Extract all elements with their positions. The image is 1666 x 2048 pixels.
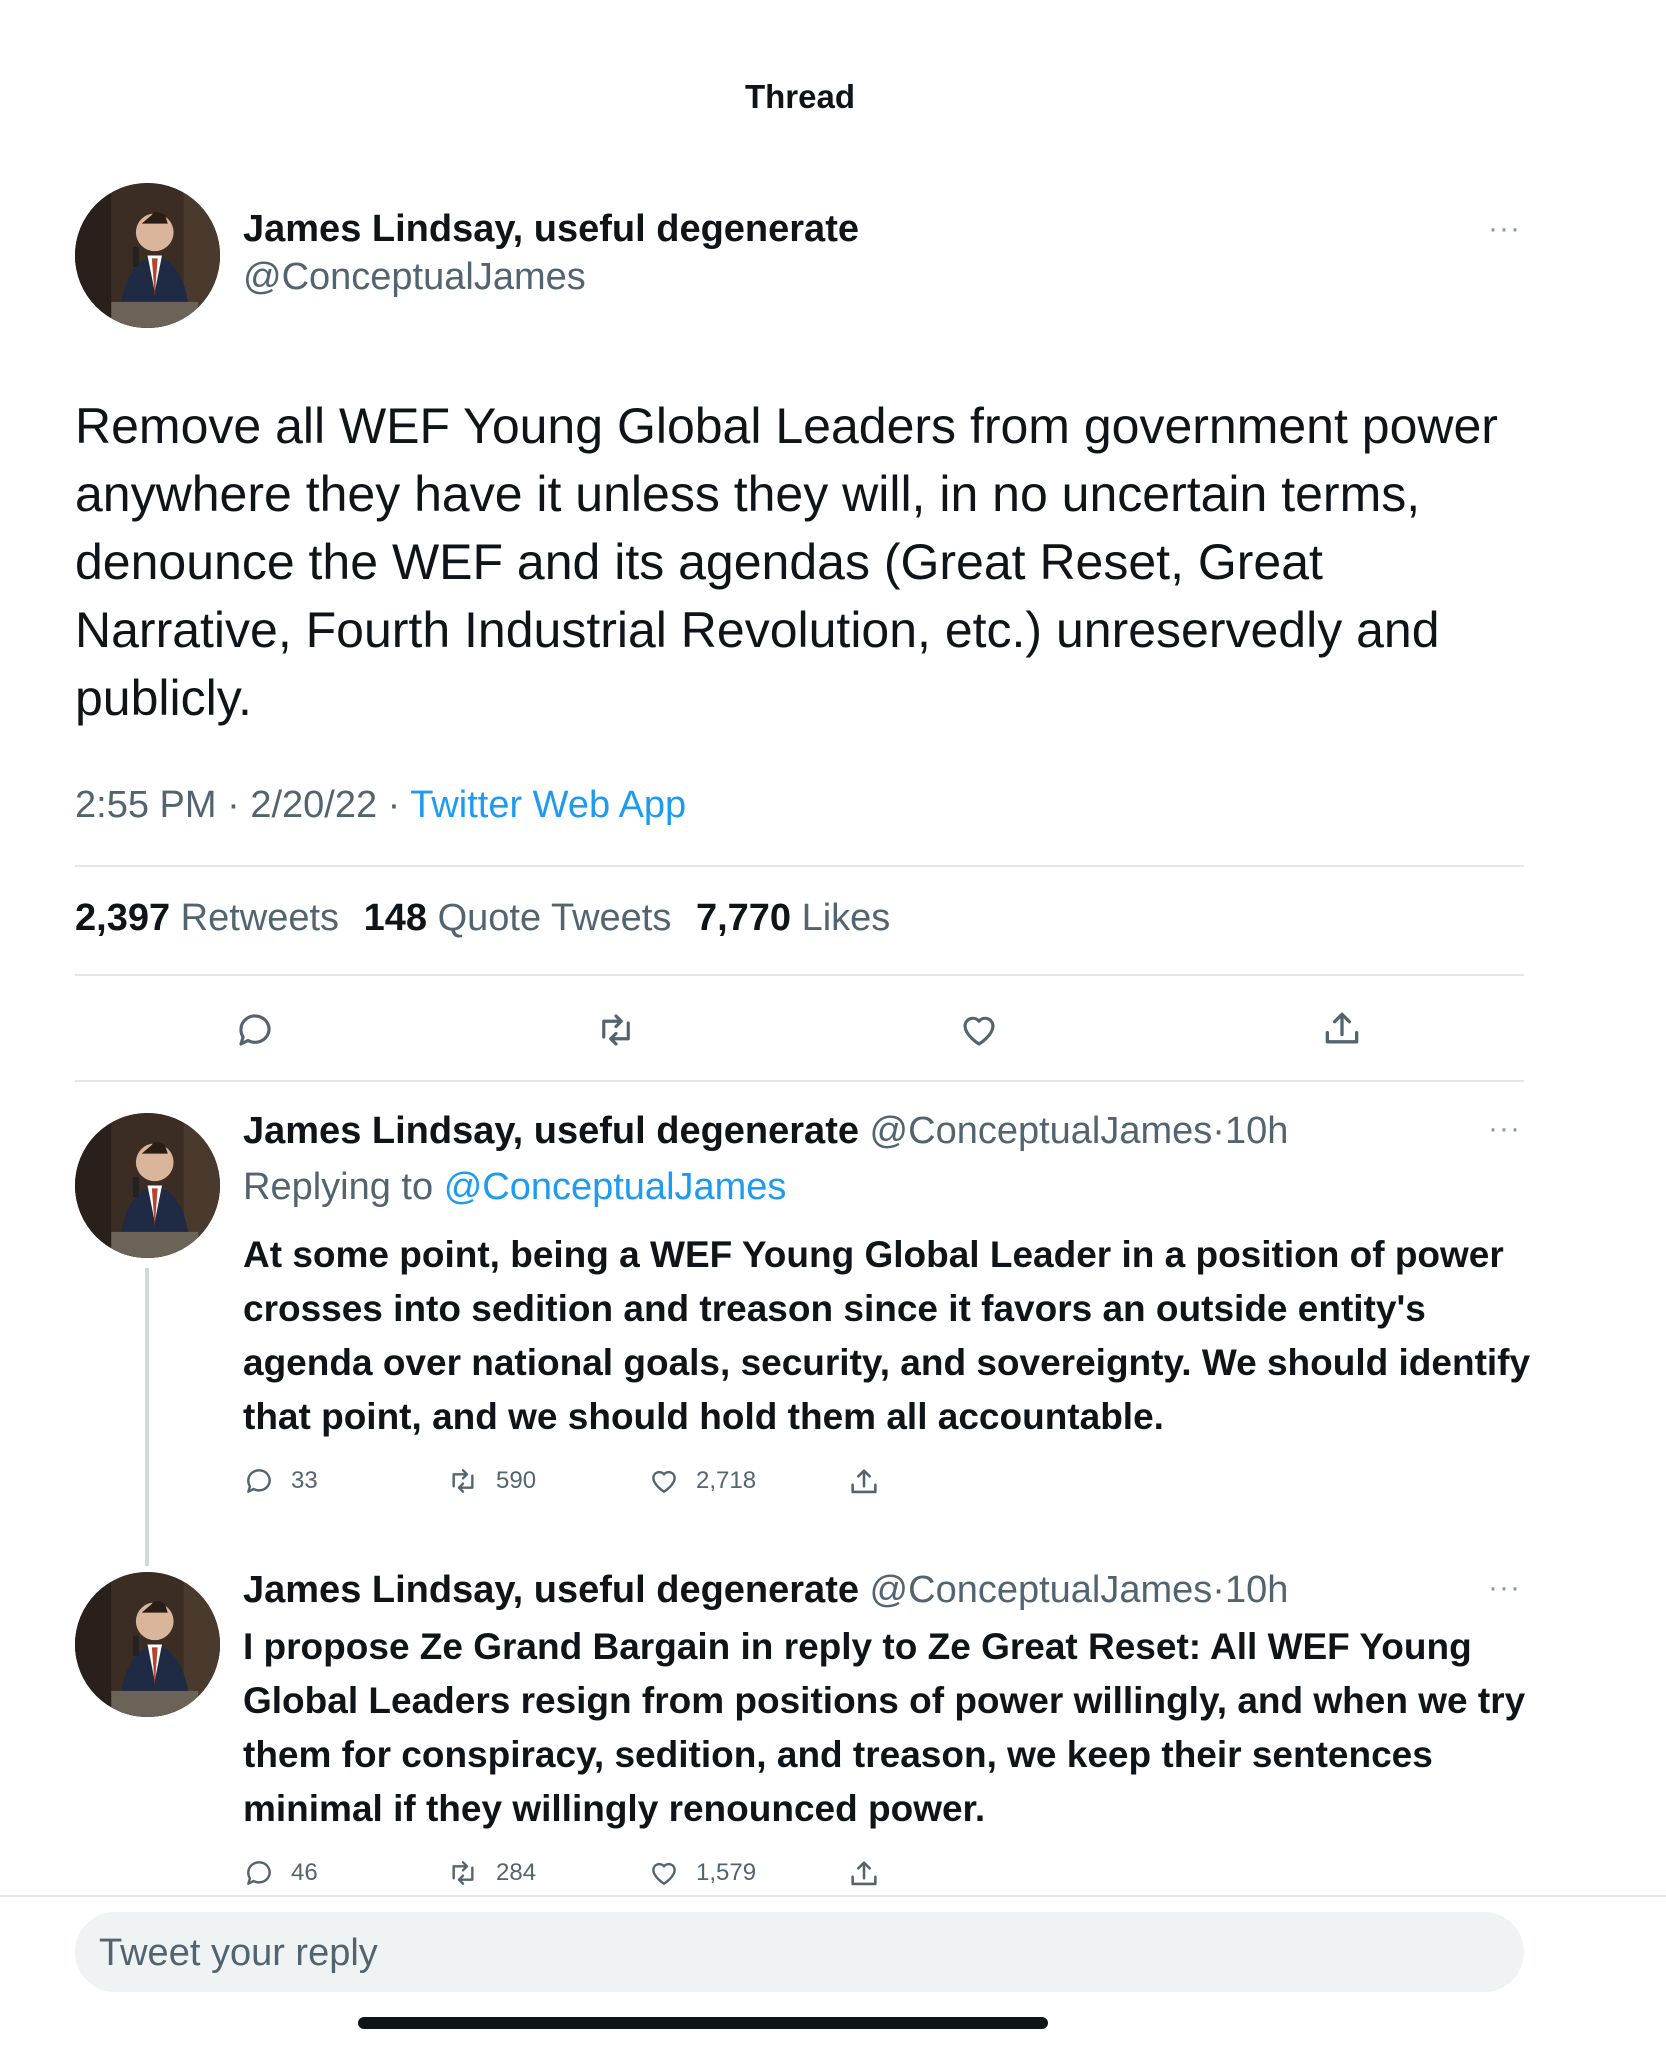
author-name[interactable]: James Lindsay, useful degenerate (243, 208, 859, 251)
avatar[interactable] (75, 1113, 220, 1258)
page-title: Thread (744, 78, 856, 115)
replying-to: Replying to @ConceptualJames (243, 1166, 786, 1209)
reply-input-placeholder: Tweet your reply (99, 1932, 378, 1974)
like-icon[interactable] (958, 1009, 1000, 1051)
home-indicator[interactable] (358, 2017, 1048, 2029)
author-handle[interactable]: @ConceptualJames (870, 1110, 1213, 1152)
retweet-count: 284 (496, 1859, 537, 1886)
reply-count: 33 (291, 1467, 318, 1494)
reply-text: At some point, being a WEF Young Global … (243, 1234, 1531, 1437)
share-icon[interactable] (1320, 1007, 1364, 1051)
retweet-count-button[interactable]: 590 (446, 1465, 536, 1497)
retweets-count: 2,397 (75, 897, 171, 939)
meta-separator: · (227, 784, 251, 826)
reply-header: James Lindsay, useful degenerate @Concep… (243, 1110, 1288, 1153)
quotes-label: Quote Tweets (437, 897, 672, 939)
tweet-time: 2:55 PM (75, 784, 217, 826)
reply-icon[interactable] (234, 1009, 276, 1051)
author-name[interactable]: James Lindsay, useful degenerate (243, 1569, 859, 1611)
replying-to-link[interactable]: @ConceptualJames (444, 1166, 787, 1208)
share-button[interactable] (847, 1465, 897, 1499)
reply-header: James Lindsay, useful degenerate @Concep… (243, 1569, 1288, 1612)
retweet-icon (452, 1469, 474, 1493)
share-button[interactable] (847, 1857, 897, 1891)
retweet-count-button[interactable]: 284 (446, 1857, 536, 1889)
tweet-text: Remove all WEF Young Global Leaders from… (75, 398, 1498, 726)
retweets-stat[interactable]: 2,397 Retweets (75, 897, 353, 939)
tweet-age[interactable]: 10h (1225, 1110, 1288, 1152)
tweet-age[interactable]: 10h (1225, 1569, 1288, 1611)
quotes-stat[interactable]: 148 Quote Tweets (364, 897, 686, 939)
like-count: 2,718 (696, 1467, 757, 1494)
share-icon (851, 1469, 877, 1494)
separator: · (1212, 1110, 1225, 1152)
author-name[interactable]: James Lindsay, useful degenerate (243, 1110, 859, 1152)
likes-label: Likes (801, 897, 891, 939)
likes-stat[interactable]: 7,770 Likes (696, 897, 904, 939)
reply-composer[interactable]: Tweet your reply (75, 1912, 1524, 1992)
reply-count-button[interactable]: 46 (243, 1857, 318, 1889)
divider (75, 865, 1524, 867)
replying-to-prefix: Replying to (243, 1166, 434, 1208)
retweet-icon[interactable] (594, 1009, 638, 1051)
author-handle[interactable]: @ConceptualJames (870, 1569, 1213, 1611)
avatar[interactable] (75, 183, 220, 328)
avatar-image (75, 1572, 220, 1717)
quotes-count: 148 (363, 897, 428, 939)
more-options-icon[interactable]: ··· (1488, 212, 1521, 246)
retweet-count: 590 (496, 1467, 537, 1494)
retweet-icon (452, 1861, 474, 1885)
reply-actions: 33 590 2,718 (243, 1465, 943, 1505)
tweet-meta: 2:55 PM · 2/20/22 · Twitter Web App (75, 784, 686, 827)
like-icon (652, 1470, 676, 1493)
reply-count: 46 (291, 1859, 318, 1886)
reply-text: I propose Ze Grand Bargain in reply to Z… (243, 1626, 1526, 1829)
tweet-source-link[interactable]: Twitter Web App (410, 784, 686, 826)
tweet-date[interactable]: 2/20/22 (250, 784, 377, 826)
like-count-button[interactable]: 2,718 (648, 1465, 756, 1497)
retweets-label: Retweets (180, 897, 340, 939)
tweet-stats: 2,397 Retweets 148 Quote Tweets 7,770 Li… (75, 897, 904, 940)
avatar-image (75, 1113, 220, 1258)
like-count: 1,579 (696, 1859, 757, 1886)
reply-count-button[interactable]: 33 (243, 1465, 318, 1497)
share-icon (851, 1861, 877, 1886)
more-options-icon[interactable]: ··· (1488, 1571, 1521, 1605)
author-handle[interactable]: @ConceptualJames (243, 256, 586, 299)
separator: · (1212, 1569, 1225, 1611)
more-options-icon[interactable]: ··· (1488, 1112, 1521, 1146)
divider (0, 1895, 1666, 1897)
likes-count: 7,770 (695, 897, 792, 939)
avatar-image (75, 183, 220, 328)
reply-actions: 46 284 1,579 (243, 1857, 943, 1897)
reply-icon (247, 1469, 271, 1493)
divider (75, 974, 1524, 976)
reply-icon (247, 1861, 271, 1885)
like-icon (652, 1862, 676, 1885)
meta-separator: · (387, 784, 411, 826)
thread-connector-line (145, 1268, 149, 1566)
avatar[interactable] (75, 1572, 220, 1717)
divider (75, 1080, 1524, 1082)
like-count-button[interactable]: 1,579 (648, 1857, 756, 1889)
